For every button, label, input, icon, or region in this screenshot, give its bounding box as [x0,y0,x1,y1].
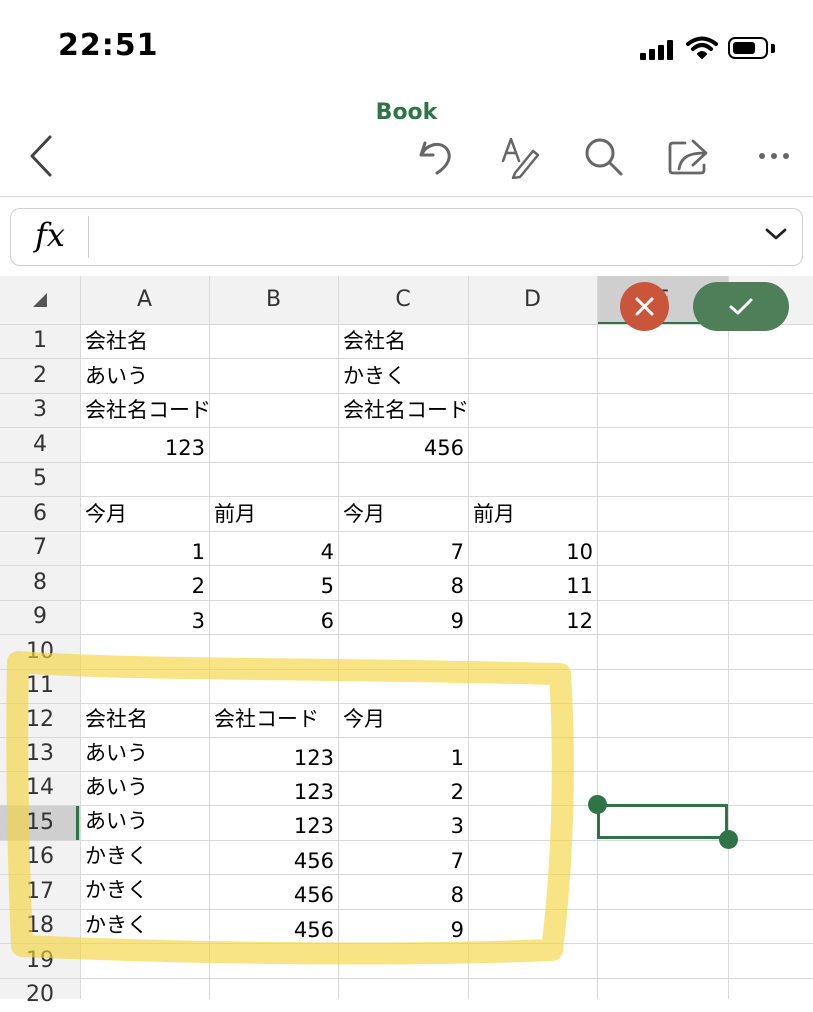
cell-d9[interactable]: 12 [468,604,597,638]
formula-bar[interactable] [10,208,803,266]
battery-icon [728,37,768,59]
confirm-button[interactable] [693,282,789,331]
document-title[interactable]: Book [0,100,813,125]
grid-row-line [0,531,813,532]
selection-handle-top-left[interactable] [588,795,607,814]
row-header-6[interactable]: 6 [0,496,80,531]
cell-a4[interactable]: 123 [80,431,209,465]
column-header-c[interactable]: C [338,276,468,324]
column-header-d[interactable]: D [468,276,597,324]
cell-c1[interactable]: 会社名 [338,324,406,358]
cancel-button[interactable] [620,282,669,331]
undo-icon[interactable] [413,133,459,179]
selection-handle-bottom-right[interactable] [719,830,738,849]
cell-c6[interactable]: 今月 [338,497,385,531]
cell-b8[interactable]: 5 [209,569,338,603]
fx-separator [88,216,89,258]
cell-c7[interactable]: 7 [338,535,468,569]
cell-c2[interactable]: かきく [338,359,406,393]
row-header-4[interactable]: 4 [0,427,80,462]
row-header-7[interactable]: 7 [0,531,80,565]
cell-d8[interactable]: 11 [468,569,597,603]
chevron-down-icon[interactable] [764,226,788,242]
cell-b7[interactable]: 4 [209,535,338,569]
battery-tip [771,44,775,53]
column-header-a[interactable]: A [80,276,209,324]
select-all-triangle-icon[interactable] [30,290,50,310]
cell-a7[interactable]: 1 [80,535,209,569]
cell-b6[interactable]: 前月 [209,497,256,531]
cell-a6[interactable]: 今月 [80,497,127,531]
row-header-3[interactable]: 3 [0,393,80,427]
grid-column-line [597,276,598,999]
row-header-1[interactable]: 1 [0,324,80,358]
cell-a3[interactable]: 会社名コード [80,393,211,427]
row-header-2[interactable]: 2 [0,358,80,393]
column-header-b[interactable]: B [209,276,338,324]
wifi-icon [686,36,718,59]
cell-c8[interactable]: 8 [338,569,468,603]
row-header-9[interactable]: 9 [0,600,80,634]
cell-d7[interactable]: 10 [468,535,597,569]
more-icon[interactable] [752,133,798,179]
yellow-highlight-annotation [6,651,574,965]
back-chevron-icon[interactable] [18,133,64,179]
selected-cell-e15[interactable] [597,804,728,839]
cancel-x-icon [635,297,654,316]
toolbar-divider [0,196,813,197]
fx-label: fx [35,216,65,254]
status-time: 22:51 [58,28,159,63]
cell-a1[interactable]: 会社名 [80,324,148,358]
cell-b9[interactable]: 6 [209,604,338,638]
share-icon[interactable] [665,133,711,179]
signal-icon [640,38,678,60]
checkmark-icon [729,298,753,315]
cell-c3[interactable]: 会社名コード [338,393,469,427]
row-header-5[interactable]: 5 [0,462,80,496]
cell-a8[interactable]: 2 [80,569,209,603]
grid-column-line [728,276,729,999]
row-header-8[interactable]: 8 [0,565,80,600]
grid-row-line [0,427,813,428]
draw-icon[interactable] [497,133,543,179]
cell-d6[interactable]: 前月 [468,497,515,531]
cell-c9[interactable]: 9 [338,604,468,638]
cell-c4[interactable]: 456 [338,431,468,465]
search-icon[interactable] [580,133,626,179]
cell-a9[interactable]: 3 [80,604,209,638]
cell-a2[interactable]: あいう [80,359,148,393]
